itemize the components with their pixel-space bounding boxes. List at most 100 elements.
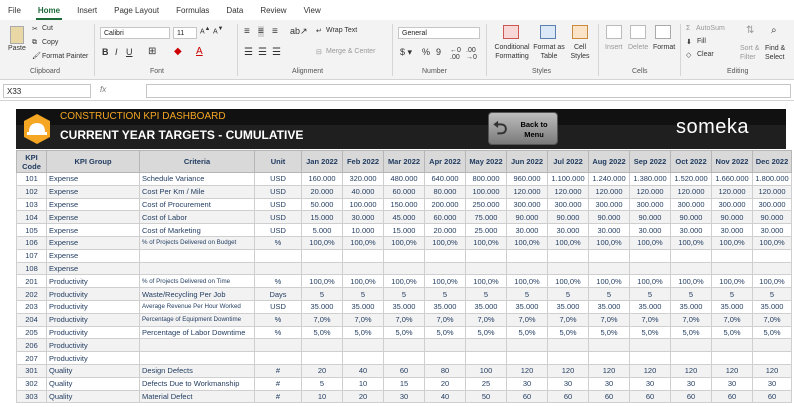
target-value-cell[interactable]: 100,0% bbox=[342, 274, 384, 289]
target-value-cell[interactable]: 100,0% bbox=[465, 274, 507, 289]
target-value-cell[interactable]: 5.000 bbox=[301, 223, 343, 237]
align-left-icon[interactable]: ☰ bbox=[244, 47, 253, 58]
kpi-group-cell[interactable]: Expense bbox=[46, 197, 140, 212]
target-value-cell[interactable]: 5 bbox=[383, 287, 425, 301]
font-color-icon[interactable]: A bbox=[196, 46, 203, 57]
kpi-group-cell[interactable]: Productivity bbox=[46, 299, 140, 314]
unit-cell[interactable]: USD bbox=[254, 197, 302, 212]
target-value-cell[interactable]: 30.000 bbox=[629, 223, 671, 237]
target-value-cell[interactable]: 60.000 bbox=[424, 210, 466, 225]
target-value-cell[interactable]: 120 bbox=[547, 363, 589, 378]
kpi-group-cell[interactable]: Expense bbox=[46, 235, 140, 250]
currency-icon[interactable]: $ ▾ bbox=[400, 47, 412, 58]
target-value-cell[interactable]: 5,0% bbox=[711, 325, 753, 340]
target-value-cell[interactable]: 35.000 bbox=[424, 299, 466, 314]
insert-cells-button[interactable]: Insert bbox=[605, 44, 623, 51]
target-value-cell[interactable]: 5,0% bbox=[752, 325, 792, 340]
target-value-cell[interactable] bbox=[547, 261, 589, 276]
target-value-cell[interactable]: 30.000 bbox=[752, 223, 792, 237]
target-value-cell[interactable] bbox=[670, 248, 712, 263]
target-value-cell[interactable]: 25.000 bbox=[465, 223, 507, 237]
target-value-cell[interactable]: 300.000 bbox=[711, 197, 753, 212]
target-value-cell[interactable]: 120 bbox=[752, 363, 792, 378]
target-value-cell[interactable] bbox=[383, 261, 425, 276]
target-value-cell[interactable]: 7,0% bbox=[711, 312, 753, 327]
find-select-button[interactable]: Find & Select bbox=[765, 44, 793, 62]
target-value-cell[interactable]: 100,0% bbox=[629, 274, 671, 289]
target-value-cell[interactable]: 35.000 bbox=[342, 299, 384, 314]
target-value-cell[interactable]: 7,0% bbox=[670, 312, 712, 327]
target-value-cell[interactable]: 100,0% bbox=[342, 235, 384, 250]
target-value-cell[interactable]: 15.000 bbox=[383, 223, 425, 237]
column-header[interactable]: KPI Group bbox=[46, 150, 140, 173]
target-value-cell[interactable]: 60 bbox=[629, 389, 671, 404]
target-value-cell[interactable]: 120.000 bbox=[711, 184, 753, 199]
target-value-cell[interactable]: 100,0% bbox=[752, 235, 792, 250]
target-value-cell[interactable]: 120 bbox=[711, 363, 753, 378]
tab-formulas[interactable]: Formulas bbox=[176, 6, 209, 15]
target-value-cell[interactable]: 120.000 bbox=[547, 184, 589, 199]
kpi-group-cell[interactable]: Quality bbox=[46, 389, 140, 404]
target-value-cell[interactable] bbox=[588, 351, 630, 365]
column-header[interactable]: Dec 2022 bbox=[752, 150, 792, 173]
target-value-cell[interactable]: 100,0% bbox=[301, 235, 343, 250]
copy-button[interactable]: Copy bbox=[42, 39, 58, 46]
target-value-cell[interactable]: 90.000 bbox=[711, 210, 753, 225]
target-value-cell[interactable]: 100,0% bbox=[383, 274, 425, 289]
clear-button[interactable]: Clear bbox=[697, 51, 714, 58]
target-value-cell[interactable]: 100,0% bbox=[424, 274, 466, 289]
target-value-cell[interactable]: 800.000 bbox=[465, 172, 507, 186]
unit-cell[interactable]: # bbox=[254, 363, 302, 378]
target-value-cell[interactable]: 120.000 bbox=[752, 184, 792, 199]
target-value-cell[interactable]: 7,0% bbox=[424, 312, 466, 327]
target-value-cell[interactable]: 300.000 bbox=[506, 197, 548, 212]
target-value-cell[interactable]: 60.000 bbox=[383, 184, 425, 199]
paste-button[interactable]: Paste bbox=[8, 45, 26, 52]
column-header[interactable]: Feb 2022 bbox=[342, 150, 384, 173]
target-value-cell[interactable]: 30 bbox=[588, 376, 630, 391]
target-value-cell[interactable]: 60 bbox=[711, 389, 753, 404]
unit-cell[interactable] bbox=[254, 338, 302, 353]
target-value-cell[interactable] bbox=[629, 351, 671, 365]
target-value-cell[interactable] bbox=[711, 338, 753, 353]
kpi-group-cell[interactable]: Expense bbox=[46, 172, 140, 186]
target-value-cell[interactable]: 150.000 bbox=[383, 197, 425, 212]
unit-cell[interactable] bbox=[254, 351, 302, 365]
target-value-cell[interactable] bbox=[465, 261, 507, 276]
unit-cell[interactable]: # bbox=[254, 376, 302, 391]
format-painter-button[interactable]: Format Painter bbox=[42, 53, 88, 60]
target-value-cell[interactable] bbox=[506, 338, 548, 353]
borders-icon[interactable]: ⊞ bbox=[148, 46, 156, 57]
target-value-cell[interactable]: 120 bbox=[670, 363, 712, 378]
target-value-cell[interactable]: 7,0% bbox=[588, 312, 630, 327]
target-value-cell[interactable]: 100,0% bbox=[506, 235, 548, 250]
wrap-text-button[interactable]: Wrap Text bbox=[326, 27, 357, 34]
target-value-cell[interactable]: 90.000 bbox=[629, 210, 671, 225]
kpi-code-cell[interactable]: 206 bbox=[16, 338, 47, 353]
target-value-cell[interactable]: 640.000 bbox=[424, 172, 466, 186]
target-value-cell[interactable]: 100,0% bbox=[670, 235, 712, 250]
target-value-cell[interactable]: 300.000 bbox=[629, 197, 671, 212]
criteria-cell[interactable]: Average Revenue Per Hour Worked bbox=[139, 299, 255, 314]
kpi-group-cell[interactable]: Productivity bbox=[46, 312, 140, 327]
target-value-cell[interactable]: 30.000 bbox=[506, 223, 548, 237]
target-value-cell[interactable]: 7,0% bbox=[752, 312, 792, 327]
target-value-cell[interactable]: 5,0% bbox=[506, 325, 548, 340]
column-header[interactable]: Jul 2022 bbox=[547, 150, 589, 173]
target-value-cell[interactable]: 35.000 bbox=[383, 299, 425, 314]
kpi-group-cell[interactable]: Productivity bbox=[46, 274, 140, 289]
kpi-code-cell[interactable]: 202 bbox=[16, 287, 47, 301]
target-value-cell[interactable]: 30.000 bbox=[670, 223, 712, 237]
column-header[interactable]: Mar 2022 bbox=[383, 150, 425, 173]
format-as-table-button[interactable]: Format as Table bbox=[533, 43, 565, 61]
target-value-cell[interactable]: 35.000 bbox=[465, 299, 507, 314]
bold-icon[interactable]: B bbox=[102, 47, 109, 57]
column-header[interactable]: Unit bbox=[254, 150, 302, 173]
kpi-code-cell[interactable]: 103 bbox=[16, 197, 47, 212]
unit-cell[interactable]: USD bbox=[254, 299, 302, 314]
target-value-cell[interactable]: 20.000 bbox=[424, 223, 466, 237]
target-value-cell[interactable]: 35.000 bbox=[301, 299, 343, 314]
kpi-code-cell[interactable]: 303 bbox=[16, 389, 47, 404]
target-value-cell[interactable]: 30.000 bbox=[588, 223, 630, 237]
target-value-cell[interactable]: 320.000 bbox=[342, 172, 384, 186]
